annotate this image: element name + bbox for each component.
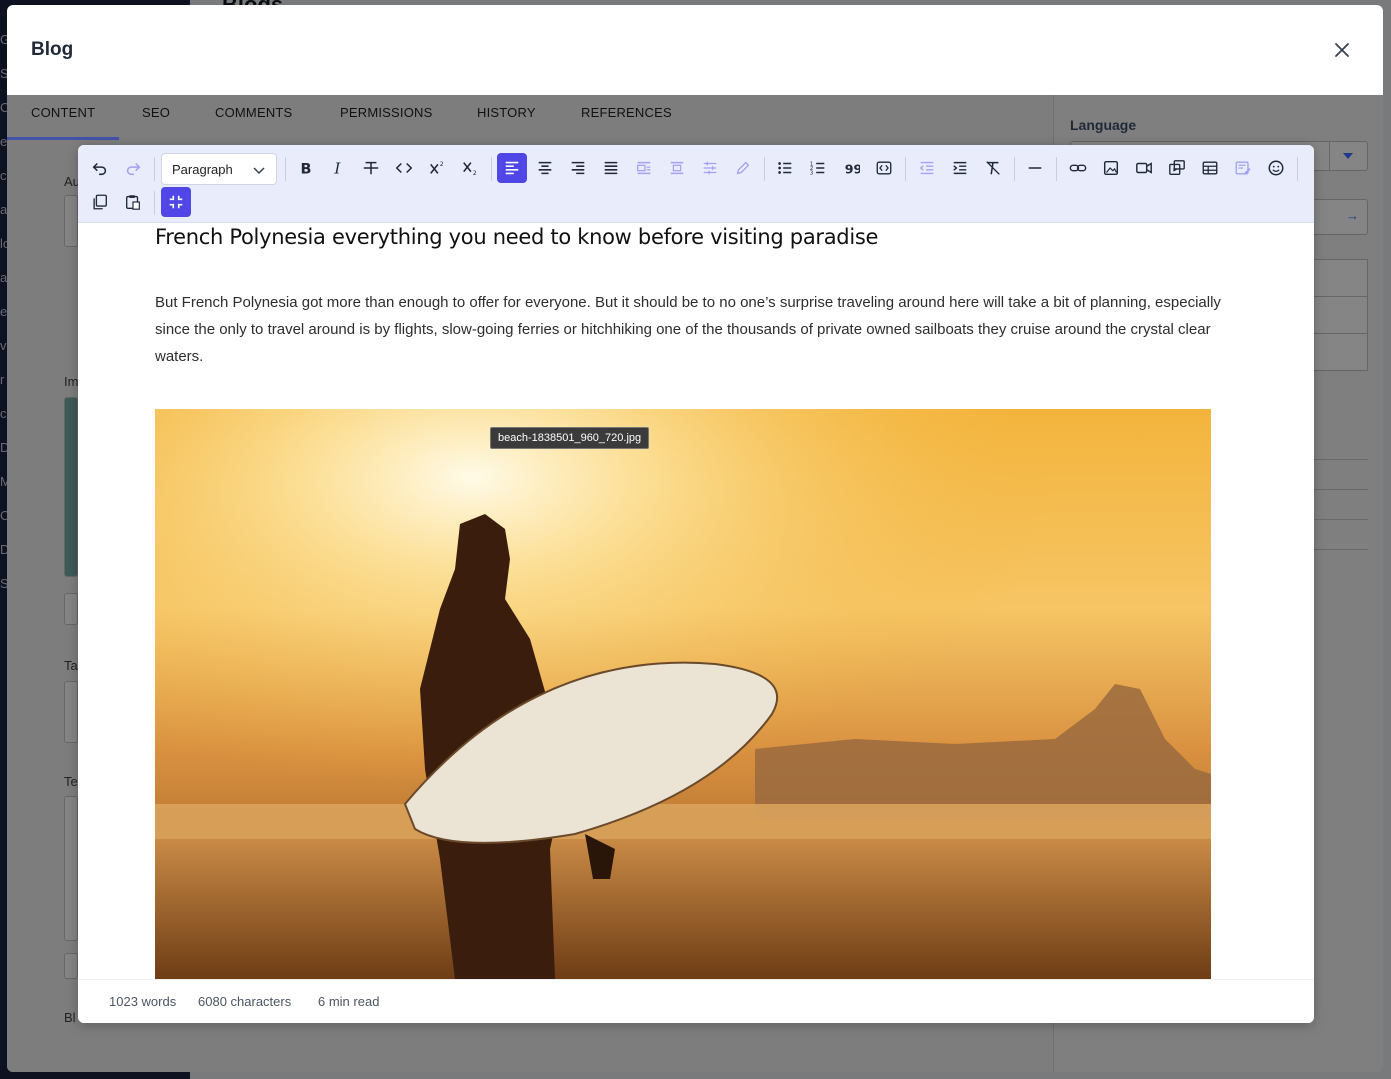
active-tab-indicator bbox=[7, 137, 119, 140]
modal-title: Blog bbox=[31, 39, 74, 60]
horizontal-rule-icon[interactable] bbox=[1020, 153, 1050, 183]
toolbar-separator bbox=[1056, 157, 1057, 181]
superscript-icon[interactable]: 2 bbox=[422, 153, 452, 183]
modal-tabs: CONTENT SEO COMMENTS PERMISSIONS HISTORY… bbox=[7, 95, 1053, 141]
code-block-icon[interactable] bbox=[869, 153, 899, 183]
field-label-blog: Bl bbox=[64, 1010, 76, 1025]
table-icon[interactable] bbox=[1195, 153, 1225, 183]
image-filename-tooltip: beach-1838501_960_720.jpg bbox=[490, 427, 650, 449]
field-label-text: Te bbox=[64, 774, 78, 789]
toolbar-separator bbox=[764, 157, 765, 181]
editor-document[interactable]: French Polynesia everything you need to … bbox=[78, 223, 1314, 979]
strikethrough-icon[interactable] bbox=[356, 153, 386, 183]
svg-text:99: 99 bbox=[845, 161, 860, 176]
svg-text:B: B bbox=[301, 161, 312, 177]
toolbar-separator bbox=[285, 157, 286, 181]
field-label-tags: Ta bbox=[64, 658, 78, 673]
indent-icon[interactable] bbox=[945, 153, 975, 183]
editor-status-bar: 1023 words 6080 characters 6 min read bbox=[78, 979, 1314, 1023]
modal-header: Blog bbox=[7, 5, 1383, 95]
tab-references[interactable]: REFERENCES bbox=[581, 105, 672, 120]
read-time: 6 min read bbox=[318, 994, 380, 1009]
bullet-list-icon[interactable] bbox=[770, 153, 800, 183]
chevron-down-icon[interactable] bbox=[1329, 142, 1367, 170]
media-embed-icon[interactable] bbox=[1162, 153, 1192, 183]
article-heading[interactable]: French Polynesia everything you need to … bbox=[155, 225, 878, 249]
align-justify-icon[interactable] bbox=[596, 153, 626, 183]
code-icon[interactable] bbox=[389, 153, 419, 183]
image-align-left-icon[interactable] bbox=[629, 153, 659, 183]
field-label-image: Im bbox=[64, 374, 79, 389]
image-preview bbox=[64, 397, 78, 577]
toolbar-separator bbox=[491, 157, 492, 181]
svg-text:2: 2 bbox=[440, 161, 444, 168]
image-caption-field[interactable] bbox=[64, 593, 78, 625]
emoji-icon[interactable] bbox=[1261, 153, 1291, 183]
video-icon[interactable] bbox=[1129, 153, 1159, 183]
author-field[interactable] bbox=[64, 195, 78, 247]
toolbar-separator bbox=[154, 191, 155, 215]
toolbar-separator bbox=[905, 157, 906, 181]
exit-fullscreen-icon[interactable] bbox=[161, 187, 191, 217]
template-icon[interactable] bbox=[1228, 153, 1258, 183]
bold-icon[interactable]: B bbox=[290, 153, 320, 183]
word-count: 1023 words bbox=[109, 994, 177, 1009]
align-center-icon[interactable] bbox=[530, 153, 560, 183]
link-icon[interactable] bbox=[1063, 153, 1093, 183]
undo-icon[interactable] bbox=[85, 153, 115, 183]
svg-text:2: 2 bbox=[473, 170, 477, 177]
tab-content[interactable]: CONTENT bbox=[31, 105, 95, 120]
line-height-icon[interactable] bbox=[695, 153, 725, 183]
tab-permissions[interactable]: PERMISSIONS bbox=[340, 105, 433, 120]
tab-seo[interactable]: SEO bbox=[142, 105, 170, 120]
image-align-center-icon[interactable] bbox=[662, 153, 692, 183]
chevron-down-icon bbox=[253, 167, 265, 175]
redo-icon[interactable] bbox=[118, 153, 148, 183]
align-right-icon[interactable] bbox=[563, 153, 593, 183]
image-icon[interactable] bbox=[1096, 153, 1126, 183]
block-format-value: Paragraph bbox=[172, 162, 233, 177]
paste-icon[interactable] bbox=[118, 187, 148, 217]
clear-format-icon[interactable] bbox=[978, 153, 1008, 183]
italic-icon[interactable]: I bbox=[323, 153, 353, 183]
outdent-icon[interactable] bbox=[912, 153, 942, 183]
toolbar-separator bbox=[154, 157, 155, 181]
checkbox-field[interactable] bbox=[64, 953, 78, 979]
article-image[interactable] bbox=[155, 409, 1211, 979]
copy-icon[interactable] bbox=[85, 187, 115, 217]
rich-text-editor: Paragraph B I 2 2 1 2 3 9 French Polynes… bbox=[78, 145, 1314, 1023]
tab-history[interactable]: HISTORY bbox=[477, 105, 536, 120]
text-field[interactable] bbox=[64, 796, 78, 941]
subscript-icon[interactable]: 2 bbox=[455, 153, 485, 183]
toolbar-separator bbox=[1297, 157, 1298, 181]
character-count: 6080 characters bbox=[198, 994, 292, 1009]
tags-field[interactable] bbox=[64, 681, 78, 743]
svg-text:I: I bbox=[333, 159, 341, 177]
numbered-list-icon[interactable]: 123 bbox=[803, 153, 833, 183]
align-left-icon[interactable] bbox=[497, 153, 527, 183]
article-paragraph[interactable]: But French Polynesia got more than enoug… bbox=[155, 289, 1235, 370]
svg-text:3: 3 bbox=[810, 170, 813, 176]
block-format-select[interactable]: Paragraph bbox=[161, 153, 277, 185]
highlight-icon[interactable] bbox=[728, 153, 758, 183]
close-icon[interactable] bbox=[1331, 39, 1353, 61]
toolbar-separator bbox=[1014, 157, 1015, 181]
language-label: Language bbox=[1070, 117, 1137, 133]
tab-comments[interactable]: COMMENTS bbox=[215, 105, 292, 120]
editor-toolbar: Paragraph B I 2 2 1 2 3 9 bbox=[78, 145, 1314, 223]
blockquote-icon[interactable]: 99 bbox=[836, 153, 866, 183]
